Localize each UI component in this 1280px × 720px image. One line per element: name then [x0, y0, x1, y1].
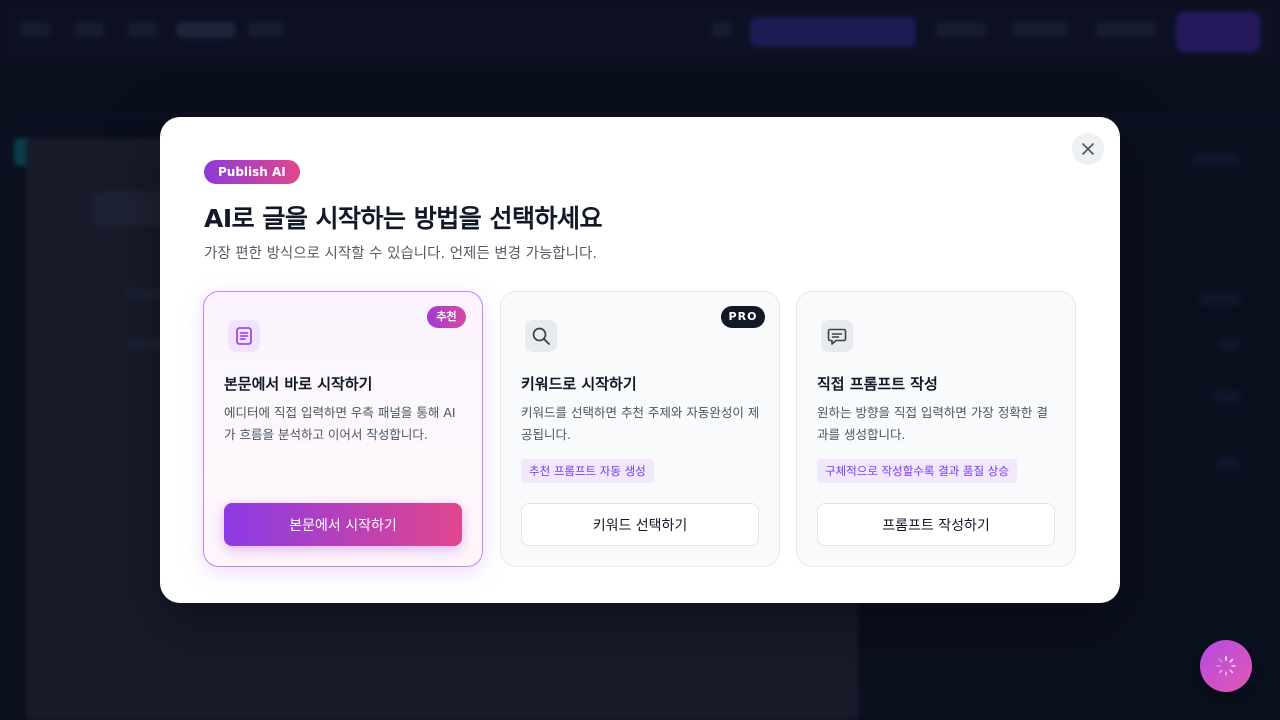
loading-spinner-icon — [1216, 656, 1236, 676]
option-card-keyword[interactable]: PRO 키워드로 시작하기 키워드를 선택하면 추천 주제와 자동완성이 제공됩… — [500, 291, 780, 567]
write-prompt-button[interactable]: 프롬프트 작성하기 — [817, 503, 1055, 546]
modal-title: AI로 글을 시작하는 방법을 선택하세요 — [204, 204, 602, 233]
document-icon — [228, 320, 260, 352]
option-title: 직접 프롬프트 작성 — [817, 375, 938, 393]
option-description: 에디터에 직접 입력하면 우측 패널을 통해 AI가 흐름을 분석하고 이어서 … — [224, 405, 456, 442]
brand-badge: Publish AI — [204, 160, 300, 184]
option-title: 본문에서 바로 시작하기 — [224, 375, 373, 393]
close-icon — [1082, 143, 1094, 155]
search-icon — [525, 320, 557, 352]
start-from-editor-button[interactable]: 본문에서 시작하기 — [224, 503, 462, 546]
close-button[interactable] — [1072, 133, 1104, 165]
modal-subtitle: 가장 편한 방식으로 시작할 수 있습니다. 언제든 변경 가능합니다. — [204, 246, 597, 262]
pro-badge: PRO — [721, 306, 765, 328]
chat-icon — [821, 320, 853, 352]
option-description: 키워드를 선택하면 추천 주제와 자동완성이 제공됩니다. — [521, 405, 760, 442]
select-keyword-button[interactable]: 키워드 선택하기 — [521, 503, 759, 546]
option-card-editor[interactable]: 추천 본문에서 바로 시작하기 에디터에 직접 입력하면 우측 패널을 통해 A… — [203, 291, 483, 567]
recommended-badge: 추천 — [427, 306, 466, 328]
floating-ai-button[interactable] — [1200, 640, 1252, 692]
option-card-prompt[interactable]: 직접 프롬프트 작성 원하는 방향을 직접 입력하면 가장 정확한 결과를 생성… — [796, 291, 1076, 567]
option-title: 키워드로 시작하기 — [521, 375, 637, 393]
start-method-modal: Publish AI AI로 글을 시작하는 방법을 선택하세요 가장 편한 방… — [160, 117, 1120, 603]
option-description: 원하는 방향을 직접 입력하면 가장 정확한 결과를 생성합니다. — [817, 405, 1048, 442]
option-tag: 구체적으로 작성할수록 결과 품질 상승 — [817, 459, 1017, 483]
option-tag: 추천 프롬프트 자동 생성 — [521, 459, 654, 483]
